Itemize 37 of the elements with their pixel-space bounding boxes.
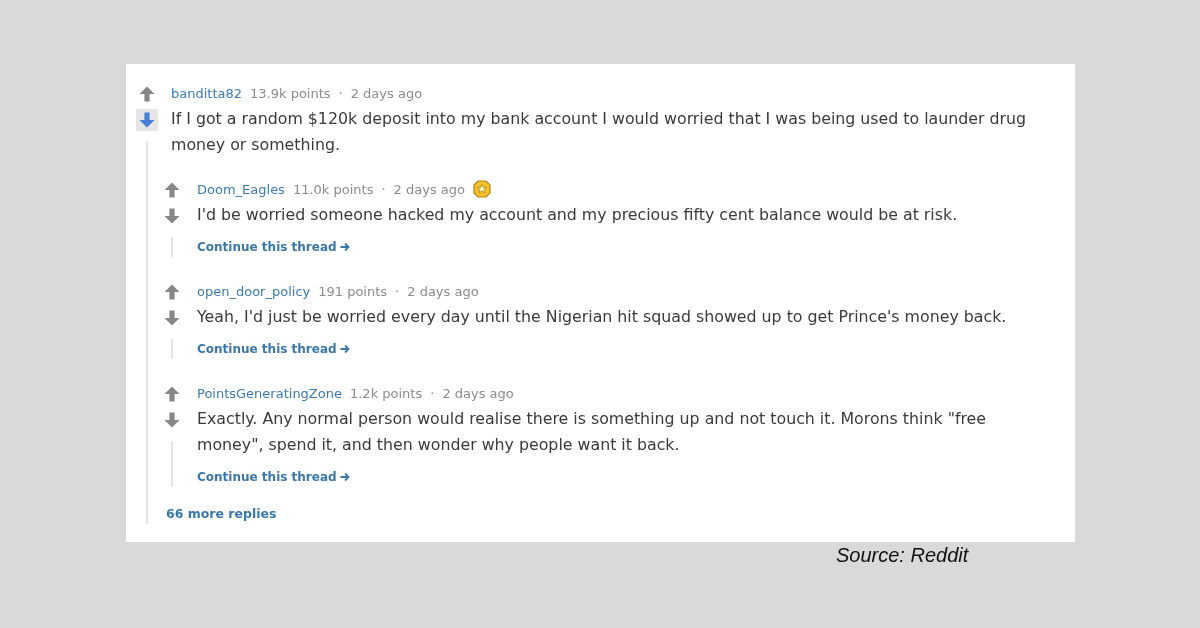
comment-text: I'd be worried someone hacked my account and my precious fifty cent balance would be at risk. (197, 204, 959, 226)
more-replies-link[interactable]: 66 more replies (166, 504, 277, 524)
comment-text: Exactly. Any normal person would realise there is something up and not touch it. Morons think "free money", spend it, and then wonder why people want it back. (197, 408, 988, 456)
arrow-right-icon (339, 344, 350, 354)
upvote-arrow-icon (164, 284, 180, 300)
comment-author-link[interactable]: open_door_policy (197, 283, 311, 299)
meta-separator: · (395, 283, 400, 299)
comment-text: Yeah, I'd just be worried every day until the Nigerian hit squad showed up to get Prince's money back. (197, 306, 1008, 328)
continue-thread-link[interactable]: Continue this thread (197, 467, 350, 487)
upvote-arrow-icon (164, 182, 180, 198)
comment-points: 11.0k points (292, 181, 374, 197)
downvote-button[interactable] (136, 109, 158, 131)
comment-time: 2 days ago (393, 181, 465, 197)
meta-separator: · (381, 181, 386, 197)
continue-thread-link[interactable]: Continue this thread (197, 339, 350, 359)
comment-author-link[interactable]: banditta82 (171, 85, 243, 101)
meta-separator: · (338, 85, 343, 101)
comment-points: 13.9k points (250, 85, 331, 101)
upvote-arrow-icon (164, 386, 180, 402)
downvote-arrow-icon (164, 310, 180, 326)
source-caption: Source: Reddit (836, 543, 969, 567)
comment-time: 2 days ago (350, 85, 423, 101)
meta-separator: · (430, 385, 435, 401)
comment-author-link[interactable]: Doom_Eagles (197, 181, 285, 197)
upvote-arrow-icon (139, 86, 155, 102)
comment-text: If I got a random $120k deposit into my bank account I would worried that I was being used to launder drug money or something. (171, 108, 1028, 156)
comment-points: 191 points (318, 283, 388, 299)
arrow-right-icon (339, 472, 350, 482)
downvote-arrow-icon (164, 208, 180, 224)
comment-time: 2 days ago (407, 283, 479, 299)
comment-points: 1.2k points (349, 385, 423, 401)
continue-thread-link[interactable]: Continue this thread (197, 237, 350, 257)
downvote-arrow-icon (139, 112, 155, 128)
downvote-arrow-icon (164, 412, 180, 428)
comment-time: 2 days ago (442, 385, 514, 401)
arrow-right-icon (339, 242, 350, 252)
comment-author-link[interactable]: PointsGeneratingZone (197, 385, 342, 401)
